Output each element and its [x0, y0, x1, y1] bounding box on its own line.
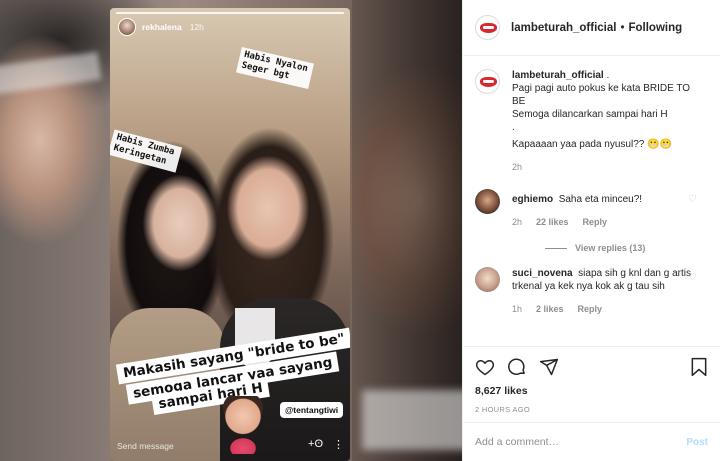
account-avatar[interactable] — [475, 15, 500, 40]
comment-time: 1h — [512, 304, 523, 314]
story-footer-icons: +ʘ ⋮ — [308, 438, 344, 451]
likes-count[interactable]: 8,627 likes — [475, 385, 708, 397]
commenter-avatar[interactable] — [475, 189, 500, 214]
view-replies-label: View replies (13) — [575, 243, 646, 253]
add-comment-input[interactable]: Add a comment… — [475, 436, 686, 448]
post-media-area: rekhalena 12h Habis Nyalon Seger bgt Hab… — [0, 0, 462, 461]
comment-row: eghiemo Saha eta minceu?! 2h 22 likes Re… — [475, 189, 708, 229]
caption-row: lambeturah_official . Pagi pagi auto pok… — [475, 69, 708, 174]
reply-button[interactable]: Reply — [583, 216, 608, 229]
caption-suffix: . — [603, 70, 610, 81]
reply-button[interactable]: Reply — [578, 303, 603, 316]
comment-username[interactable]: eghiemo — [512, 194, 553, 205]
post-comment-button[interactable]: Post — [686, 437, 708, 448]
story-time: 12h — [189, 22, 204, 32]
view-replies-button[interactable]: View replies (13) — [545, 243, 708, 253]
post-header: lambeturah_official • Following — [463, 0, 720, 56]
comment-like-heart-icon[interactable]: ♡ — [688, 195, 698, 205]
heart-icon[interactable] — [475, 357, 495, 377]
story-screenshot: rekhalena 12h Habis Nyalon Seger bgt Hab… — [110, 8, 350, 461]
header-username[interactable]: lambeturah_official — [511, 22, 616, 34]
bookmark-icon[interactable] — [690, 357, 708, 377]
caption-username[interactable]: lambeturah_official — [512, 70, 604, 81]
story-header: rekhalena 12h — [118, 18, 204, 36]
post-side-panel: lambeturah_official • Following lambetur… — [462, 0, 720, 461]
comment-icon[interactable] — [507, 357, 527, 377]
caption-line: Semoga dilancarkan sampai hari H — [512, 109, 668, 120]
comment-row: suci_novena siapa sih g knl dan g artis … — [475, 267, 708, 316]
caption-line: Pagi pagi auto pokus ke kata BRIDE TO BE — [512, 83, 691, 107]
add-person-icon: +ʘ — [308, 438, 323, 450]
caption-time: 2h — [512, 162, 523, 172]
caption-line: Kapaaaan yaa pada nyusul?? 😬😬 — [512, 139, 673, 150]
story-progress-bar — [116, 12, 344, 14]
header-separator: • — [620, 21, 625, 34]
comment-username[interactable]: suci_novena — [512, 268, 573, 279]
story-mention-tag: @tentangtiwi — [280, 402, 344, 418]
share-icon[interactable] — [539, 357, 559, 377]
story-send-message: Send message — [117, 441, 174, 451]
comment-likes[interactable]: 2 likes — [536, 303, 564, 316]
post-actions: 8,627 likes 2 HOURS AGO — [463, 346, 720, 414]
comment-like-heart-icon[interactable]: ♡ — [688, 273, 698, 283]
caption-avatar[interactable] — [475, 69, 500, 94]
caption-line: . — [512, 122, 515, 133]
bitmoji-sticker — [222, 396, 264, 454]
comment-text: Saha eta minceu?! — [558, 194, 643, 205]
comment-likes[interactable]: 22 likes — [536, 216, 569, 229]
more-vertical-icon: ⋮ — [333, 439, 344, 451]
story-avatar — [118, 18, 136, 36]
story-username: rekhalena — [142, 22, 182, 32]
post-timestamp: 2 HOURS AGO — [475, 405, 530, 414]
following-button[interactable]: Following — [628, 22, 682, 34]
commenter-avatar[interactable] — [475, 267, 500, 292]
comments-list[interactable]: lambeturah_official . Pagi pagi auto pok… — [463, 57, 720, 347]
add-comment-bar: Add a comment… Post — [463, 422, 720, 461]
comment-time: 2h — [512, 217, 523, 227]
